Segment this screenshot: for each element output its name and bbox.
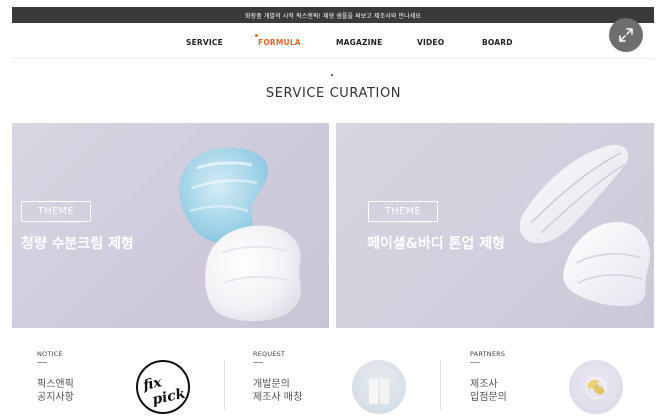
theme-tag: THEME bbox=[21, 201, 91, 222]
section-title: SERVICE CURATION bbox=[265, 86, 402, 101]
curation-card-toneup[interactable]: THEME 페이셜&바디 톤업 제형 bbox=[336, 123, 654, 328]
divider bbox=[224, 360, 225, 410]
label-underline bbox=[37, 362, 47, 363]
announcement-text: 화장품 개발의 시작 픽스앤픽! 제형 샘플을 써보고 제조사와 만나세요 bbox=[245, 12, 421, 20]
capsules-image bbox=[569, 360, 623, 414]
cream-swipe-image bbox=[519, 144, 650, 307]
request-line2: 제조사 매칭 bbox=[253, 392, 303, 403]
card-title-moisture: 청량 수분크림 제형 bbox=[21, 236, 134, 252]
divider bbox=[440, 360, 441, 410]
announcement-bar: 화장품 개발의 시작 픽스앤픽! 제형 샘플을 써보고 제조사와 만나세요 bbox=[12, 7, 654, 23]
request-label: REQUEST bbox=[253, 350, 286, 358]
notice-label: NOTICE bbox=[37, 350, 63, 358]
cream-swatch-image bbox=[179, 147, 301, 322]
notice-line2: 공지사항 bbox=[37, 392, 74, 403]
partners-line2: 입점문의 bbox=[470, 392, 507, 403]
expand-arrows-icon bbox=[619, 28, 633, 42]
section-dot bbox=[331, 74, 333, 76]
card-title-toneup: 페이셜&바디 톤업 제형 bbox=[367, 236, 505, 252]
main-nav: SERVICE FORMULA MAGAZINE VIDEO BOARD bbox=[12, 24, 654, 59]
expand-button[interactable] bbox=[609, 18, 643, 52]
nav-item-formula[interactable]: FORMULA bbox=[255, 34, 301, 47]
nav-item-video[interactable]: VIDEO bbox=[417, 38, 444, 47]
nav-item-magazine[interactable]: MAGAZINE bbox=[336, 38, 382, 47]
label-underline bbox=[253, 362, 263, 363]
nav-item-formula-label: FORMULA bbox=[258, 38, 301, 47]
curation-card-moisture[interactable]: THEME 청량 수분크림 제형 bbox=[12, 123, 329, 328]
nav-item-service[interactable]: SERVICE bbox=[186, 38, 223, 47]
active-indicator-dot bbox=[255, 34, 258, 37]
fixpick-logo: fix pick bbox=[136, 360, 190, 414]
nav-item-board[interactable]: BOARD bbox=[482, 38, 513, 47]
label-underline bbox=[470, 362, 480, 363]
partners-label: PARTNERS bbox=[470, 350, 506, 358]
bottles-image bbox=[352, 360, 406, 414]
theme-tag: THEME bbox=[368, 201, 438, 222]
